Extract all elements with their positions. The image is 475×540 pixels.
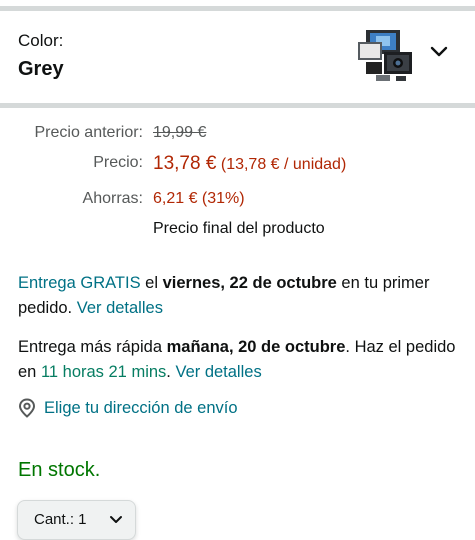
chevron-down-icon [430,46,448,57]
final-price-note: Precio final del producto [153,220,325,237]
free-delivery-message: Entrega GRATIS el viernes, 22 de octubre… [18,271,458,321]
quantity-label: Cant.: 1 [34,511,87,528]
fast-delivery-details-link[interactable]: Ver detalles [175,363,261,381]
price-row: Precio: 13,78 € (13,78 € / unidad) [0,153,475,179]
choose-address-link[interactable]: Elige tu dirección de envío [18,398,238,418]
previous-price-label: Precio anterior: [34,124,144,141]
fast-delivery-message: Entrega más rápida mañana, 20 de octubre… [18,335,458,385]
price-value: 13,78 € [153,153,217,174]
stock-status: En stock. [18,459,101,481]
previous-price-row: Precio anterior: 19,99 € [0,124,475,150]
free-delivery-text-1: el [140,274,163,292]
color-value: Grey [18,58,64,80]
choose-address-label: Elige tu dirección de envío [44,398,238,417]
fast-delivery-date: mañana, 20 de octubre [166,338,346,356]
color-variation-selector[interactable]: Color: Grey [0,11,475,108]
location-pin-icon [18,398,36,418]
free-delivery-details-link[interactable]: Ver detalles [77,299,163,317]
price-value-group: 13,78 € (13,78 € / unidad) [153,153,346,175]
chevron-down-icon [110,516,122,523]
savings-label: Ahorras: [82,190,143,207]
final-price-row: Precio final del producto [0,220,475,246]
product-thumbnail [358,30,412,81]
color-label: Color: [18,31,64,50]
savings-row: Ahorras: 6,21 € (31%) [0,190,475,216]
free-delivery-date: viernes, 22 de octubre [162,274,337,292]
savings-value: 6,21 € (31%) [153,190,245,207]
fast-delivery-text-1: Entrega más rápida [18,338,167,356]
quantity-selector[interactable]: Cant.: 1 [17,500,136,540]
delivery-countdown: 11 horas 21 mins [40,363,167,381]
previous-price-value: 19,99 € [153,124,207,141]
free-delivery-link[interactable]: Entrega GRATIS [18,274,141,292]
unit-price: (13,78 € / unidad) [220,156,347,173]
price-label: Precio: [93,154,143,171]
